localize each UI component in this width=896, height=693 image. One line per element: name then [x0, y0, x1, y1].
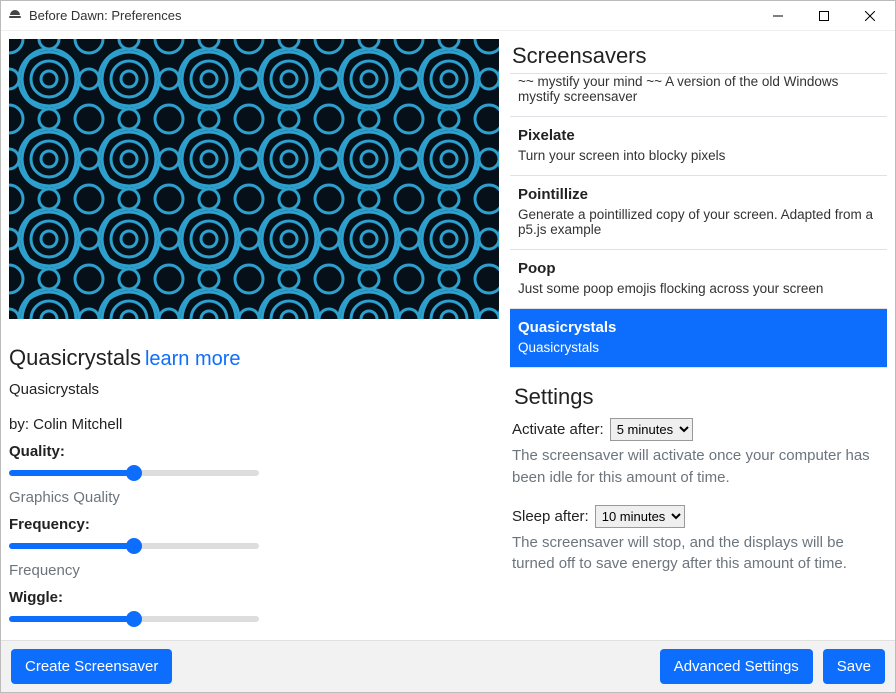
screensaver-item[interactable]: Quasicrystals Quasicrystals [510, 309, 887, 368]
settings-heading: Settings [514, 384, 883, 410]
option-label-wiggle: Wiggle: [9, 589, 496, 606]
option-label-quality: Quality: [9, 443, 496, 460]
details-title: Quasicrystals [9, 345, 141, 370]
screensaver-item-desc: Quasicrystals [518, 340, 877, 355]
activate-after-hint: The screensaver will activate once your … [512, 445, 883, 489]
screensaver-preview [9, 39, 499, 319]
advanced-settings-button[interactable]: Advanced Settings [660, 649, 813, 684]
screensaver-item-desc: ~~ mystify your mind ~~ A version of the… [518, 74, 877, 104]
activate-after-select[interactable]: 5 minutes [610, 418, 693, 441]
option-hint-frequency: Frequency [9, 562, 496, 579]
main-content: Quasicrystals learn more Quasicrystals b… [1, 31, 895, 640]
screensaver-item[interactable]: Pixelate Turn your screen into blocky pix… [510, 117, 887, 176]
footer: Create Screensaver Advanced Settings Sav… [1, 640, 895, 692]
screensaver-item-desc: Generate a pointillized copy of your scr… [518, 207, 877, 237]
sleep-after-hint: The screensaver will stop, and the displ… [512, 532, 883, 576]
app-icon [7, 8, 23, 24]
details-subtitle: Quasicrystals [9, 381, 496, 398]
details-scroll[interactable]: Quasicrystals learn more Quasicrystals b… [9, 319, 506, 640]
window-title: Before Dawn: Preferences [29, 8, 181, 23]
save-button[interactable]: Save [823, 649, 885, 684]
sleep-after-label: Sleep after: [512, 508, 589, 525]
option-hint-quality: Graphics Quality [9, 489, 496, 506]
details-panel: Quasicrystals learn more Quasicrystals b… [9, 345, 496, 640]
screensaver-item-name: Quasicrystals [518, 319, 877, 336]
quality-slider[interactable] [9, 470, 259, 476]
learn-more-link[interactable]: learn more [145, 348, 241, 370]
create-screensaver-button[interactable]: Create Screensaver [11, 649, 172, 684]
activate-after-label: Activate after: [512, 421, 604, 438]
minimize-button[interactable] [755, 1, 801, 31]
screensaver-item[interactable]: Pointillize Generate a pointillized copy … [510, 176, 887, 250]
settings-panel: Settings Activate after: 5 minutes The s… [510, 368, 887, 591]
screensaver-item[interactable]: Mystify!~~ mystify your mind ~~ A versio… [510, 73, 887, 117]
screensavers-heading: Screensavers [512, 43, 887, 69]
screensaver-item-name: Pointillize [518, 186, 877, 203]
screensaver-item-name: Pixelate [518, 127, 877, 144]
titlebar: Before Dawn: Preferences [1, 1, 895, 31]
left-panel: Quasicrystals learn more Quasicrystals b… [1, 31, 506, 640]
right-panel: Screensavers Mystify!~~ mystify your min… [506, 31, 895, 640]
maximize-button[interactable] [801, 1, 847, 31]
sleep-after-select[interactable]: 10 minutes [595, 505, 685, 528]
screensaver-list[interactable]: Mystify!~~ mystify your mind ~~ A versio… [510, 73, 887, 368]
screensaver-item[interactable]: Poop Just some poop emojis flocking acros… [510, 250, 887, 309]
details-byline: by: Colin Mitchell [9, 416, 496, 433]
screensaver-item-desc: Turn your screen into blocky pixels [518, 148, 877, 163]
close-button[interactable] [847, 1, 893, 31]
wiggle-slider[interactable] [9, 616, 259, 622]
option-label-frequency: Frequency: [9, 516, 496, 533]
screensaver-item-name: Poop [518, 260, 877, 277]
screensaver-item-desc: Just some poop emojis flocking across yo… [518, 281, 877, 296]
frequency-slider[interactable] [9, 543, 259, 549]
